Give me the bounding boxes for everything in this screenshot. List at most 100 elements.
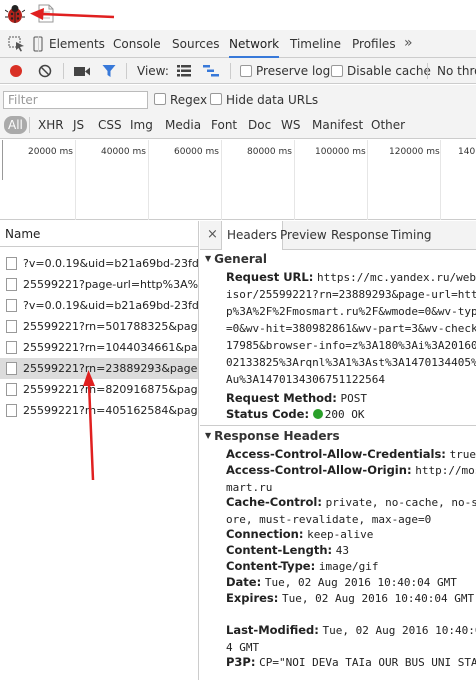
expand-triangle-icon: ▼ xyxy=(205,431,212,440)
request-method-value: POST xyxy=(340,392,368,405)
view-label: View: xyxy=(137,64,169,78)
type-filter-ws[interactable]: WS xyxy=(281,118,300,132)
request-name: ?v=0.0.19&uid=b21a69bd-23fd-... xyxy=(23,299,198,312)
bug-icon[interactable] xyxy=(5,4,25,24)
type-filter-all[interactable]: All xyxy=(4,116,27,134)
request-row[interactable]: ?v=0.0.19&uid=b21a69bd-23fd-... xyxy=(0,295,198,316)
resource-type-bar: All XHR JS CSS Img Media Font Doc WS Man… xyxy=(0,111,476,139)
tab-headers[interactable]: Headers xyxy=(221,221,283,250)
filter-bar: Regex Hide data URLs xyxy=(0,85,476,111)
clear-icon[interactable] xyxy=(38,64,52,78)
response-headers-section-header[interactable]: ▼ Response Headers xyxy=(200,429,476,443)
request-url-label: Request URL: xyxy=(226,270,314,284)
timeline-gridline xyxy=(294,140,295,220)
record-icon[interactable] xyxy=(9,64,23,78)
filter-icon[interactable] xyxy=(102,64,116,78)
general-section-header[interactable]: ▼ General xyxy=(200,252,476,266)
type-filter-media[interactable]: Media xyxy=(165,118,201,132)
toolbar-divider xyxy=(29,117,30,133)
request-url-row: Request URL: https://mc.yandex.ru/webvis… xyxy=(226,269,476,388)
more-tabs-button[interactable]: » xyxy=(404,30,413,58)
header-row: Content-Type: image/gif xyxy=(226,558,476,575)
header-name: Content-Type: xyxy=(226,559,316,573)
timeline-overview[interactable]: 20000 ms 40000 ms 60000 ms 80000 ms 1000… xyxy=(0,140,476,220)
hide-data-urls-label[interactable]: Hide data URLs xyxy=(226,93,318,107)
header-row: Access-Control-Allow-Origin: http://mosm… xyxy=(226,462,476,496)
type-filter-doc[interactable]: Doc xyxy=(248,118,271,132)
file-icon xyxy=(6,278,17,291)
header-name: Last-Modified: xyxy=(226,623,319,637)
type-filter-css[interactable]: CSS xyxy=(98,118,122,132)
tab-sources[interactable]: Sources xyxy=(172,30,219,58)
hide-data-urls-checkbox[interactable] xyxy=(210,93,222,105)
close-icon[interactable]: × xyxy=(207,227,218,242)
tab-profiles[interactable]: Profiles xyxy=(352,30,396,58)
request-row[interactable]: ?v=0.0.19&uid=b21a69bd-23fd-... xyxy=(0,253,198,274)
screenshot-icon[interactable] xyxy=(74,66,90,77)
file-icon xyxy=(6,299,17,312)
preserve-log-label[interactable]: Preserve log xyxy=(256,64,330,78)
tab-console[interactable]: Console xyxy=(113,30,161,58)
timeline-tick-label: 80000 ms xyxy=(247,147,292,157)
timeline-gridline xyxy=(75,140,76,220)
response-headers-title: Response Headers xyxy=(214,429,340,443)
regex-label[interactable]: Regex xyxy=(170,93,207,107)
header-row: Expires: Tue, 02 Aug 2016 10:40:04 GMT xyxy=(226,590,476,607)
waterfall-view-icon[interactable] xyxy=(203,65,219,77)
disable-cache-label[interactable]: Disable cache xyxy=(347,64,431,78)
request-row[interactable]: 25599221?rn=820916875&page... xyxy=(0,379,198,400)
type-filter-js[interactable]: JS xyxy=(73,118,84,132)
details-tab-bar: × Headers Preview Response Timing xyxy=(200,221,476,250)
file-icon xyxy=(6,362,17,375)
timeline-tick-label: 120000 ms xyxy=(389,147,440,157)
type-filter-img[interactable]: Img xyxy=(130,118,153,132)
timeline-gridline xyxy=(367,140,368,220)
document-icon[interactable] xyxy=(38,4,54,23)
timeline-marker xyxy=(2,140,8,180)
type-filter-manifest[interactable]: Manifest xyxy=(312,118,363,132)
regex-checkbox[interactable] xyxy=(154,93,166,105)
header-row: P3P: CP="NOI DEVa TAIa OUR BUS UNI STA" xyxy=(226,654,476,671)
general-section-title: General xyxy=(214,252,267,266)
timeline-gridline xyxy=(148,140,149,220)
request-row[interactable]: 25599221?rn=501788325&page... xyxy=(0,316,198,337)
tab-network[interactable]: Network xyxy=(229,30,280,58)
header-value: Tue, 02 Aug 2016 10:40:04 GMT xyxy=(264,576,457,589)
status-code-label: Status Code: xyxy=(226,407,310,421)
file-icon xyxy=(6,383,17,396)
tab-timeline[interactable]: Timeline xyxy=(290,30,341,58)
inspect-element-icon[interactable] xyxy=(8,36,26,52)
disable-cache-checkbox[interactable] xyxy=(331,65,343,77)
timeline-gridline xyxy=(221,140,222,220)
type-filter-xhr[interactable]: XHR xyxy=(38,118,64,132)
devtools-tab-bar: Elements Console Sources Network Timelin… xyxy=(0,30,476,58)
header-value: 43 xyxy=(335,544,350,557)
list-view-icon[interactable] xyxy=(177,65,191,77)
request-row-selected[interactable]: 25599221?rn=23889293&page-u... xyxy=(0,358,198,379)
tab-response[interactable]: Response xyxy=(331,221,389,250)
timeline-tick-label: 40000 ms xyxy=(101,147,146,157)
request-row[interactable]: 25599221?page-url=http%3A%2... xyxy=(0,274,198,295)
type-filter-other[interactable]: Other xyxy=(371,118,405,132)
preserve-log-checkbox[interactable] xyxy=(240,65,252,77)
request-row[interactable]: 25599221?rn=405162584&page... xyxy=(0,400,198,421)
toolbar-divider xyxy=(63,63,64,79)
toolbar-divider xyxy=(230,63,231,79)
header-row: Last-Modified: Tue, 02 Aug 2016 10:40:04… xyxy=(226,622,476,656)
request-list: Name ?v=0.0.19&uid=b21a69bd-23fd-... 255… xyxy=(0,221,199,680)
file-icon xyxy=(6,404,17,417)
header-name: Date: xyxy=(226,575,262,589)
request-name: 25599221?rn=820916875&page... xyxy=(23,383,198,396)
tab-preview[interactable]: Preview xyxy=(280,221,327,250)
filter-input[interactable] xyxy=(3,91,148,109)
timeline-tick-label: 20000 ms xyxy=(28,147,73,157)
request-row[interactable]: 25599221?rn=1044034661&pag... xyxy=(0,337,198,358)
throttling-select[interactable]: No thro xyxy=(437,64,476,78)
name-column-header[interactable]: Name xyxy=(0,221,198,247)
tab-elements[interactable]: Elements xyxy=(49,30,105,58)
type-filter-font[interactable]: Font xyxy=(211,118,237,132)
expand-triangle-icon: ▼ xyxy=(205,254,212,263)
header-name: Expires: xyxy=(226,591,279,605)
tab-timing[interactable]: Timing xyxy=(391,221,432,250)
header-row: Access-Control-Allow-Credentials: true xyxy=(226,446,476,463)
